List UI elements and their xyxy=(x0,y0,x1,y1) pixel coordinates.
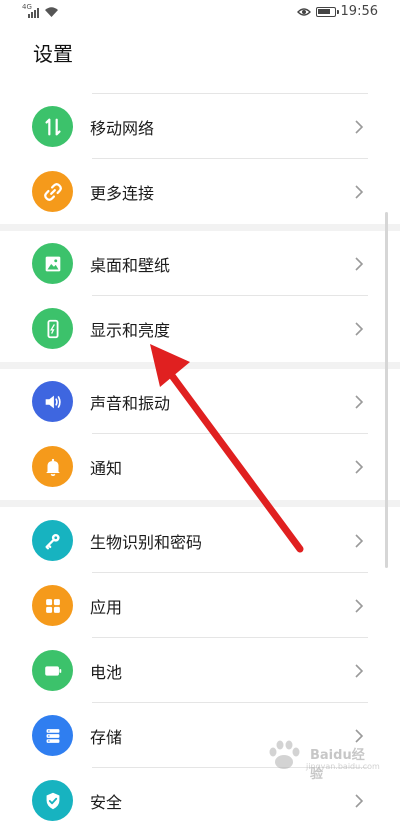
chevron-right-icon xyxy=(355,598,364,613)
scrollbar[interactable] xyxy=(385,212,388,568)
paw-logo-icon xyxy=(269,740,300,769)
settings-item-label: 生物识别和密码 xyxy=(90,532,203,552)
settings-item-label: 移动网络 xyxy=(90,118,155,138)
settings-item-more-connections[interactable]: 更多连接 xyxy=(0,159,400,224)
chevron-right-icon xyxy=(355,184,364,199)
chevron-right-icon xyxy=(355,663,364,678)
chevron-right-icon xyxy=(355,533,364,548)
cellular-signal-icon: 4G xyxy=(22,3,40,18)
settings-item-biometrics-password[interactable]: 生物识别和密码 xyxy=(0,508,400,573)
settings-item-label: 应用 xyxy=(90,597,123,617)
chevron-right-icon xyxy=(355,321,364,336)
battery-icon xyxy=(32,650,73,691)
section-sound: 声音和振动 通知 xyxy=(0,369,400,499)
watermark-logo: Baidu经验 jingyan.baidu.com xyxy=(264,738,380,782)
wifi-icon xyxy=(45,7,58,17)
page-title: 设置 xyxy=(33,42,73,66)
settings-item-label: 桌面和壁纸 xyxy=(90,255,171,275)
settings-item-mobile-network[interactable]: 移动网络 xyxy=(0,94,400,159)
image-icon xyxy=(32,243,73,284)
chevron-right-icon xyxy=(355,459,364,474)
apps-grid-icon xyxy=(32,585,73,626)
chevron-right-icon xyxy=(355,394,364,409)
storage-icon xyxy=(32,715,73,756)
status-time: 19:56 xyxy=(340,4,378,19)
settings-item-display-brightness[interactable]: 显示和亮度 xyxy=(0,296,400,361)
battery-status-icon xyxy=(315,6,339,17)
settings-item-label: 更多连接 xyxy=(90,183,155,203)
settings-item-label: 声音和振动 xyxy=(90,393,171,413)
settings-item-sound-vibration[interactable]: 声音和振动 xyxy=(0,369,400,434)
settings-item-label: 显示和亮度 xyxy=(90,320,171,340)
watermark-subtext: jingyan.baidu.com xyxy=(306,762,380,771)
eye-icon xyxy=(296,7,311,16)
settings-item-label: 安全 xyxy=(90,792,123,812)
settings-item-label: 通知 xyxy=(90,458,123,478)
section-gap xyxy=(0,362,400,369)
settings-item-notifications[interactable]: 通知 xyxy=(0,434,400,499)
section-connectivity: 移动网络 更多连接 xyxy=(0,94,400,224)
key-icon xyxy=(32,520,73,561)
link-icon xyxy=(32,171,73,212)
phone-brightness-icon xyxy=(32,308,73,349)
section-system: 生物识别和密码 应用 电池 存储 安全 xyxy=(0,508,400,833)
settings-item-battery[interactable]: 电池 xyxy=(0,638,400,703)
section-gap xyxy=(0,224,400,231)
status-left: 4G xyxy=(22,3,59,18)
section-display: 桌面和壁纸 显示和亮度 xyxy=(0,231,400,361)
shield-check-icon xyxy=(32,780,73,821)
chevron-right-icon xyxy=(355,793,364,808)
bell-icon xyxy=(32,446,73,487)
settings-item-apps[interactable]: 应用 xyxy=(0,573,400,638)
swap-vertical-icon xyxy=(32,106,73,147)
settings-item-label: 电池 xyxy=(90,662,123,682)
chevron-right-icon xyxy=(355,119,364,134)
status-bar: 4G 19:56 xyxy=(0,0,400,26)
section-gap xyxy=(0,500,400,507)
settings-item-label: 存储 xyxy=(90,727,123,747)
settings-item-home-wallpaper[interactable]: 桌面和壁纸 xyxy=(0,231,400,296)
status-right: 19:56 xyxy=(296,4,378,19)
speaker-icon xyxy=(32,381,73,422)
chevron-right-icon xyxy=(355,256,364,271)
